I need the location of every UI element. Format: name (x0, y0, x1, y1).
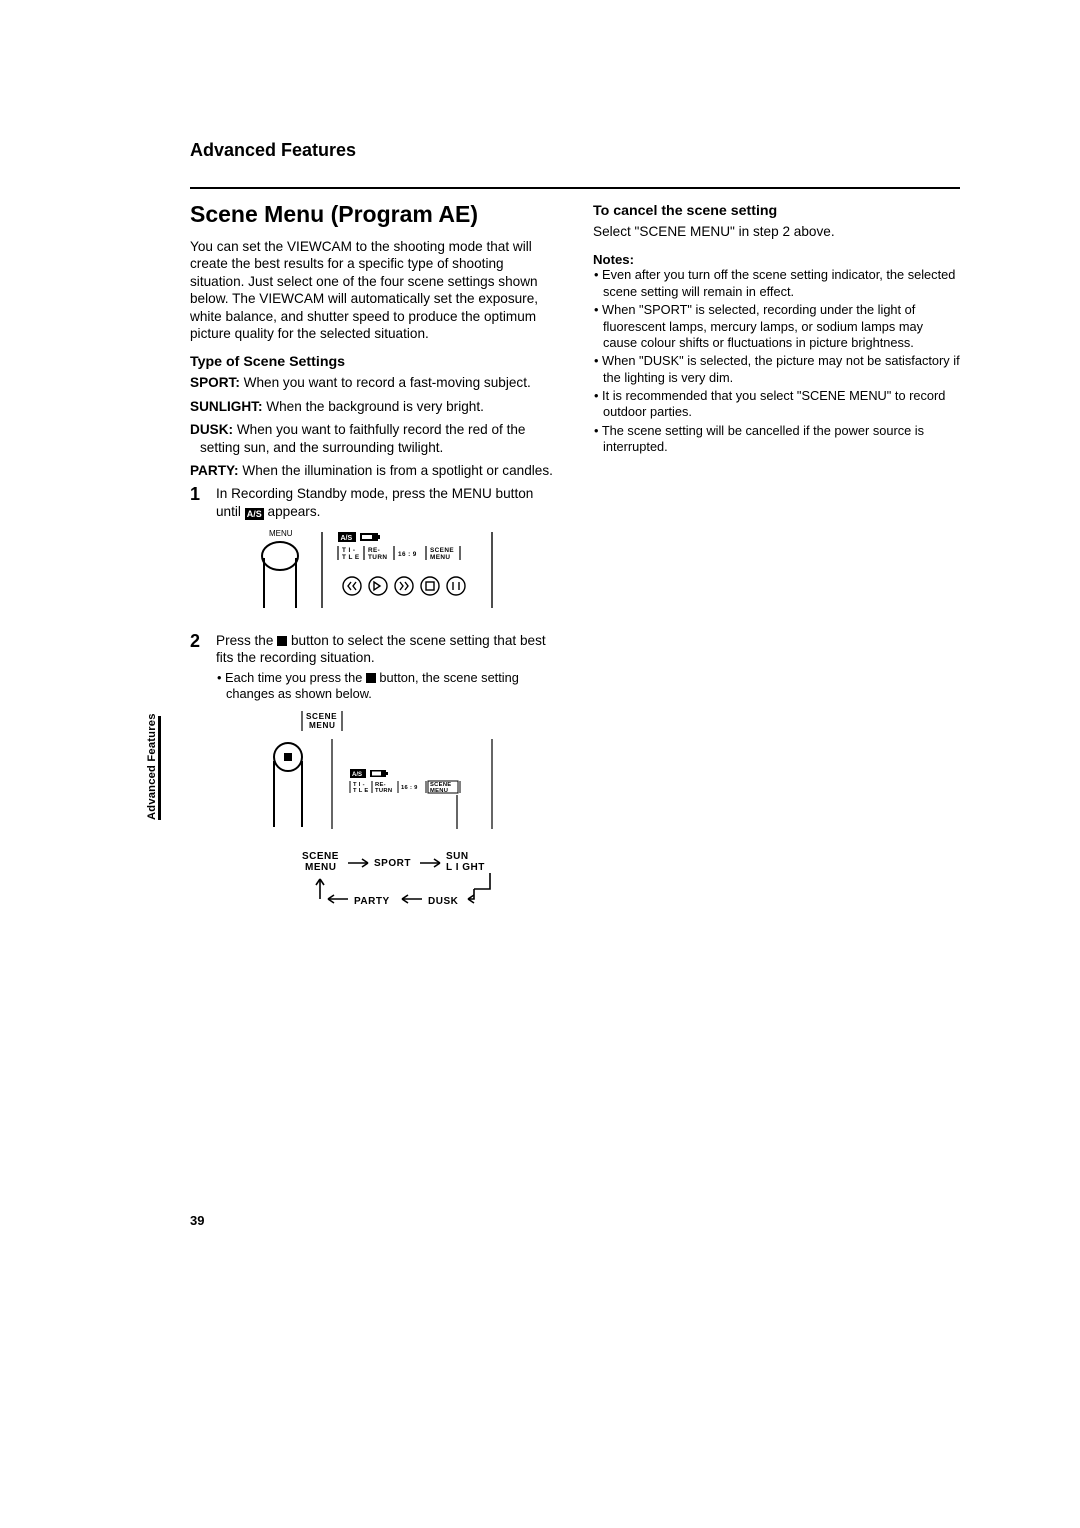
figure-scene-cycle: SCENE MENU (242, 709, 557, 929)
menu-label: MENU (269, 529, 293, 538)
divider (190, 187, 960, 189)
side-tab-label: Advanced Features (146, 713, 158, 820)
note-item: Even after you turn off the scene settin… (593, 267, 960, 300)
auto-shutter-icon: A/S (245, 508, 264, 520)
svg-text:SCENE: SCENE (302, 851, 339, 862)
columns: Scene Menu (Program AE) You can set the … (190, 201, 960, 945)
section-header: Advanced Features (190, 140, 960, 161)
side-tab-bar (158, 716, 161, 820)
step-1-body: In Recording Standby mode, press the MEN… (216, 485, 557, 626)
step-1: 1 In Recording Standby mode, press the M… (190, 485, 557, 626)
note-item: When "DUSK" is selected, the picture may… (593, 353, 960, 386)
svg-text:TURN: TURN (368, 554, 387, 561)
page: Advanced Features Scene Menu (Program AE… (0, 0, 1080, 1528)
svg-text:SCENE: SCENE (306, 712, 337, 721)
right-column: To cancel the scene setting Select "SCEN… (593, 201, 960, 945)
svg-text:PARTY: PARTY (354, 896, 390, 907)
svg-text:T L E: T L E (342, 554, 360, 561)
svg-text:L I GHT: L I GHT (446, 862, 485, 873)
cancel-heading: To cancel the scene setting (593, 203, 960, 219)
svg-text:SPORT: SPORT (374, 858, 411, 869)
type-sunlight: SUNLIGHT: When the background is very br… (190, 398, 557, 415)
svg-text:16 : 9: 16 : 9 (401, 785, 418, 791)
steps-list: 1 In Recording Standby mode, press the M… (190, 485, 557, 938)
svg-text:TURN: TURN (375, 788, 392, 794)
figure-menu-button: MENU A/S (242, 526, 557, 616)
cancel-body: Select "SCENE MENU" in step 2 above. (593, 223, 960, 240)
type-dusk: DUSK: When you want to faithfully record… (190, 421, 557, 456)
notes-list: Even after you turn off the scene settin… (593, 267, 960, 455)
step-2-body: Press the button to select the scene set… (216, 632, 557, 939)
page-title: Scene Menu (Program AE) (190, 201, 557, 228)
svg-text:MENU: MENU (305, 862, 336, 873)
menu-button-svg: MENU A/S (242, 526, 512, 616)
svg-text:A/S: A/S (352, 772, 362, 778)
svg-text:DUSK: DUSK (428, 896, 459, 907)
step-number-2: 2 (190, 632, 216, 939)
left-column: Scene Menu (Program AE) You can set the … (190, 201, 557, 945)
type-sport: SPORT: When you want to record a fast-mo… (190, 374, 557, 391)
svg-text:A/S: A/S (341, 535, 353, 542)
step-2: 2 Press the button to select the scene s… (190, 632, 557, 939)
step-2-sub: • Each time you press the button, the sc… (216, 670, 557, 703)
step-number-1: 1 (190, 485, 216, 626)
type-heading: Type of Scene Settings (190, 354, 557, 370)
notes-heading: Notes: (593, 252, 960, 267)
svg-text:MENU: MENU (430, 554, 450, 561)
note-item: When "SPORT" is selected, recording unde… (593, 302, 960, 351)
type-party: PARTY: When the illumination is from a s… (190, 462, 557, 479)
stop-icon (366, 673, 376, 683)
svg-text:T I -: T I - (342, 547, 355, 554)
scene-cycle-svg: SCENE MENU (242, 709, 512, 929)
stop-icon (277, 636, 287, 646)
svg-text:16 : 9: 16 : 9 (398, 551, 417, 558)
svg-text:MENU: MENU (309, 721, 336, 730)
svg-text:MENU: MENU (430, 788, 448, 794)
note-item: It is recommended that you select "SCENE… (593, 388, 960, 421)
note-item: The scene setting will be cancelled if t… (593, 423, 960, 456)
svg-text:T L E: T L E (353, 788, 369, 794)
intro-paragraph: You can set the VIEWCAM to the shooting … (190, 238, 557, 342)
page-number: 39 (190, 1213, 204, 1228)
svg-text:RE-: RE- (368, 547, 380, 554)
svg-text:SUN: SUN (446, 851, 469, 862)
svg-text:SCENE: SCENE (430, 547, 454, 554)
